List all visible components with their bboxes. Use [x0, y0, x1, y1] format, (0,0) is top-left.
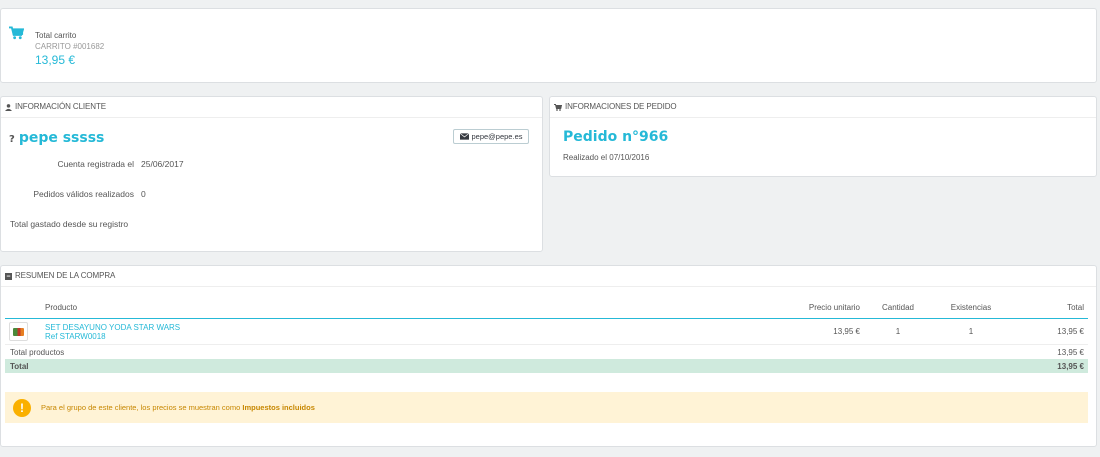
product-total: 13,95 € — [1010, 318, 1088, 345]
table-header-row: Producto Precio unitario Cantidad Existe… — [5, 296, 1088, 319]
envelope-icon — [459, 133, 469, 140]
registered-value: 25/06/2017 — [141, 159, 184, 169]
email-text: pepe@pepe.es — [471, 132, 523, 141]
email-button[interactable]: pepe@pepe.es — [453, 129, 529, 144]
summary-heading-text: RESUMEN DE LA COMPRA — [15, 271, 116, 280]
product-name-link[interactable]: SET DESAYUNO YODA STAR WARS — [45, 323, 732, 332]
shopping-cart-icon — [9, 26, 24, 40]
cart-summary-panel: Total carrito CARRITO #001682 13,95 € — [0, 8, 1097, 83]
customer-name-text[interactable]: pepe sssss — [19, 130, 105, 146]
archive-icon — [5, 272, 12, 280]
alert-bold: Impuestos incluidos — [242, 403, 315, 412]
order-info-panel: INFORMACIONES DE PEDIDO Pedido n°966 Rea… — [549, 96, 1097, 177]
product-stock: 1 — [932, 318, 1010, 345]
summary-panel-heading: RESUMEN DE LA COMPRA — [1, 266, 1096, 287]
order-heading-text: INFORMACIONES DE PEDIDO — [565, 102, 677, 111]
total-label: Total — [5, 359, 1010, 373]
purchase-summary-panel: RESUMEN DE LA COMPRA Producto Precio uni… — [0, 265, 1097, 447]
customer-name[interactable]: ? pepe sssss — [9, 130, 104, 146]
customer-heading-text: INFORMACIÓN CLIENTE — [15, 102, 106, 111]
registered-label: Cuenta registrada el — [57, 159, 134, 169]
customer-info-panel: INFORMACIÓN CLIENTE ? pepe sssss pepe@pep… — [0, 96, 543, 252]
user-icon — [5, 103, 12, 111]
col-quantity: Cantidad — [864, 296, 932, 319]
alert-message: Para el grupo de este cliente, los preci… — [41, 403, 241, 412]
product-thumb-cell — [5, 318, 41, 345]
col-stock: Existencias — [932, 296, 1010, 319]
total-row: Total 13,95 € — [5, 359, 1088, 373]
spent-label: Total gastado desde su registro — [10, 219, 129, 229]
cart-total-label: Total carrito — [35, 31, 77, 40]
subtotal-value: 13,95 € — [1057, 347, 1084, 357]
subtotal-label: Total productos — [10, 347, 65, 357]
col-product: Producto — [41, 296, 736, 319]
table-row: SET DESAYUNO YODA STAR WARS Ref STARW001… — [5, 318, 1088, 345]
col-unit-price: Precio unitario — [736, 296, 864, 319]
alert-text: Para el grupo de este cliente, los preci… — [41, 403, 315, 412]
product-thumbnail[interactable] — [9, 322, 28, 341]
cart-total-value: 13,95 € — [35, 53, 76, 67]
col-total: Total — [1010, 296, 1088, 319]
cart-small-icon — [554, 103, 562, 111]
product-ref-link[interactable]: Ref STARW0018 — [45, 332, 732, 341]
order-date: Realizado el 07/10/2016 — [563, 153, 650, 162]
cart-id: CARRITO #001682 — [35, 42, 105, 51]
thumb-col-header — [5, 296, 41, 319]
order-panel-heading: INFORMACIONES DE PEDIDO — [550, 97, 1096, 118]
customer-panel-heading: INFORMACIÓN CLIENTE — [1, 97, 542, 118]
product-cell: SET DESAYUNO YODA STAR WARS Ref STARW001… — [41, 318, 736, 345]
warning-icon: ! — [13, 398, 31, 417]
product-unit-price: 13,95 € — [736, 318, 864, 345]
order-number[interactable]: Pedido n°966 — [563, 129, 668, 145]
total-value: 13,95 € — [1010, 359, 1088, 373]
orders-value: 0 — [141, 189, 146, 199]
tax-info-alert: ! Para el grupo de este cliente, los pre… — [5, 392, 1088, 423]
product-quantity: 1 — [864, 318, 932, 345]
customer-gender-prefix: ? — [9, 134, 15, 145]
products-table: Producto Precio unitario Cantidad Existe… — [5, 296, 1088, 373]
orders-label: Pedidos válidos realizados — [33, 189, 134, 199]
subtotal-row: Total productos 13,95 € — [5, 345, 1088, 360]
